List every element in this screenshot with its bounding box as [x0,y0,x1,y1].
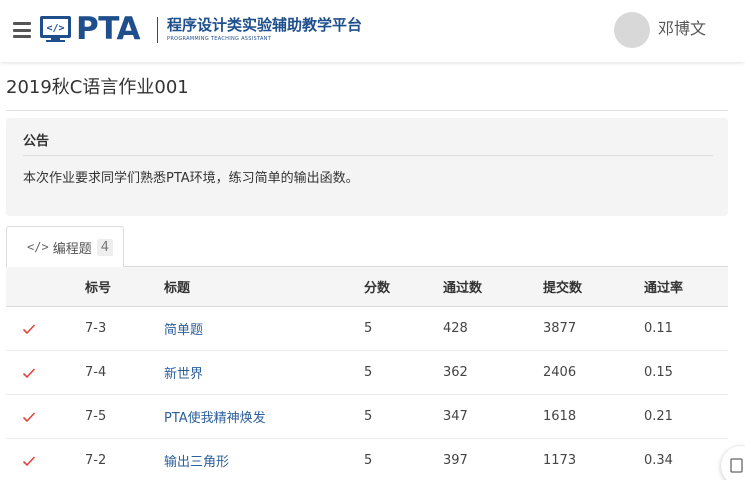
problem-id: 7-4 [85,365,107,380]
table-row[interactable]: 7-2 输出三角形 5 397 1173 0.34 [6,439,728,480]
table-row[interactable]: 7-5 PTA使我精神焕发 5 347 1618 0.21 [6,395,728,439]
page-title: 2019秋C语言作业001 [6,77,189,98]
table-header-row: 标号 标题 分数 通过数 提交数 通过率 [6,266,728,307]
check-icon [22,307,36,350]
problem-submitted: 1618 [543,409,577,424]
header-title[interactable]: 标题 [164,267,190,306]
problem-passed: 362 [443,365,468,380]
pta-logo-icon: </> [40,16,71,42]
problem-id: 7-3 [85,321,107,336]
notice-divider [23,155,713,156]
problem-title-link[interactable]: 简单题 [164,307,203,350]
brand-en-name: PROGRAMMING TEACHING ASSISTANT [167,36,272,42]
problem-rate: 0.11 [644,321,673,336]
problem-rate: 0.15 [644,365,673,380]
tab-programming[interactable]: </> 编程题 4 [6,226,124,267]
problem-score: 5 [364,409,373,424]
problem-rate: 0.34 [644,453,673,468]
header-score[interactable]: 分数 [364,267,390,306]
problem-title-link[interactable]: 新世界 [164,351,203,394]
svg-text:</>: </> [46,23,64,34]
username[interactable]: 邓博文 [658,18,706,40]
problem-title-link[interactable]: PTA使我精神焕发 [164,395,266,438]
menu-icon[interactable] [13,22,31,38]
problem-score: 5 [364,365,373,380]
logo-divider [157,17,158,43]
header-submitted[interactable]: 提交数 [543,267,582,306]
code-icon: </> [27,240,49,254]
header-id[interactable]: 标号 [85,267,111,306]
notice-body: 本次作业要求同学们熟悉PTA环境，练习简单的输出函数。 [23,171,359,186]
tab-count-badge: 4 [96,238,113,256]
header-passed[interactable]: 通过数 [443,267,482,306]
title-divider [6,110,728,111]
check-icon [22,395,36,438]
problem-passed: 347 [443,409,468,424]
top-header: </> PTA 程序设计类实验辅助教学平台 PROGRAMMING TEACHI… [0,0,745,62]
problem-id: 7-2 [85,453,107,468]
avatar[interactable] [614,12,650,48]
feedback-icon [730,458,743,473]
check-icon [22,351,36,394]
tab-label: 编程题 [52,241,92,257]
problem-passed: 397 [443,453,468,468]
problem-id: 7-5 [85,409,107,424]
problem-score: 5 [364,453,373,468]
table-row[interactable]: 7-3 简单题 5 428 3877 0.11 [6,307,728,351]
problem-score: 5 [364,321,373,336]
problem-passed: 428 [443,321,468,336]
notice-panel: 公告 本次作业要求同学们熟悉PTA环境，练习简单的输出函数。 [6,118,728,216]
check-icon [22,439,36,480]
problem-submitted: 2406 [543,365,577,380]
problem-title-link[interactable]: 输出三角形 [164,439,229,480]
brand-cn-name: 程序设计类实验辅助教学平台 [167,16,363,34]
problem-submitted: 3877 [543,321,577,336]
problem-rate: 0.21 [644,409,673,424]
header-rate[interactable]: 通过率 [644,267,683,306]
brand-logo-text[interactable]: PTA [76,11,140,47]
problem-submitted: 1173 [543,453,577,468]
table-row[interactable]: 7-4 新世界 5 362 2406 0.15 [6,351,728,395]
problem-table: 标号 标题 分数 通过数 提交数 通过率 7-3 简单题 5 428 3877 … [6,266,728,480]
notice-heading: 公告 [23,134,50,149]
